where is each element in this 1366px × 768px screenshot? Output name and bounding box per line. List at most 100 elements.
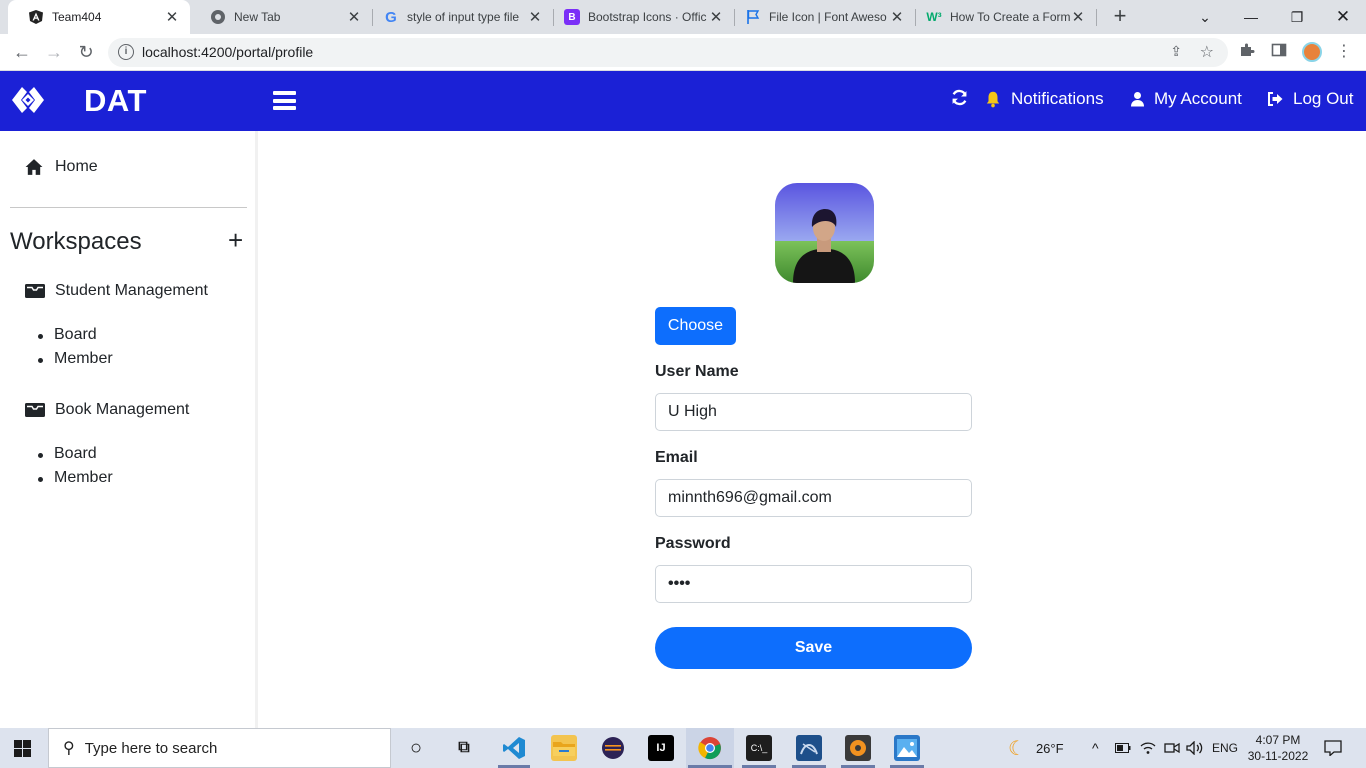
refresh-button[interactable] xyxy=(951,89,977,106)
profile-avatar xyxy=(775,183,874,283)
reload-icon[interactable]: ↻ xyxy=(74,41,98,65)
photos-icon[interactable] xyxy=(894,735,920,761)
close-tab-icon[interactable]: ✕ xyxy=(708,8,724,26)
notification-center-icon[interactable] xyxy=(1324,728,1342,768)
terminal-icon[interactable]: C:\_ xyxy=(746,735,772,761)
intellij-icon[interactable]: IJ xyxy=(648,735,674,761)
show-hidden-icons-chevron-icon[interactable]: ^ xyxy=(1092,728,1099,768)
moon-icon: ☾ xyxy=(1008,737,1026,760)
volume-icon[interactable] xyxy=(1186,728,1204,768)
browser-toolbar: ← → ↻ i localhost:4200/portal/profile ⇪ … xyxy=(0,34,1366,71)
xampp-icon[interactable] xyxy=(845,735,871,761)
tab-google-search[interactable]: G style of input type file ✕ xyxy=(373,0,553,34)
windows-start-icon[interactable] xyxy=(14,740,31,757)
w3schools-favicon-icon: W³ xyxy=(926,10,942,24)
browser-tab-strip: Team404 ✕ New Tab ✕ G style of input typ… xyxy=(0,0,1366,34)
notifications-label: Notifications xyxy=(1011,89,1104,108)
password-field[interactable] xyxy=(655,565,972,603)
sidebar-item-label: Home xyxy=(55,158,98,175)
hamburger-menu-icon[interactable] xyxy=(273,91,296,110)
tab-title: How To Create a Form xyxy=(950,10,1070,24)
tab-title: Bootstrap Icons · Offic xyxy=(588,10,707,24)
clock-date: 30-11-2022 xyxy=(1247,749,1309,763)
username-label: User Name xyxy=(655,363,739,380)
tab-search-chevron-icon[interactable]: ⌄ xyxy=(1182,0,1228,34)
profile-avatar-icon[interactable] xyxy=(1302,42,1322,62)
clock-time: 4:07 PM xyxy=(1255,733,1301,747)
tab-w3schools[interactable]: W³ How To Create a Form ✕ xyxy=(916,0,1096,34)
address-bar[interactable]: i localhost:4200/portal/profile ⇪ ☆ xyxy=(108,38,1228,67)
file-explorer-icon[interactable] xyxy=(551,735,577,761)
battery-icon[interactable] xyxy=(1115,728,1131,768)
bootstrap-favicon-icon: B xyxy=(564,9,580,25)
new-tab-plus-icon[interactable]: + xyxy=(1108,5,1132,29)
extensions-puzzle-icon[interactable] xyxy=(1239,42,1255,63)
workspace-member-link[interactable]: Member xyxy=(38,469,113,487)
close-tab-icon[interactable]: ✕ xyxy=(527,8,543,26)
close-tab-icon[interactable]: ✕ xyxy=(164,8,180,26)
sidebar: Home Workspaces + Student Management Boa… xyxy=(0,131,258,728)
google-favicon-icon: G xyxy=(385,8,397,26)
sql-server-icon[interactable] xyxy=(796,735,822,761)
taskbar-search-box[interactable]: ⚲ Type here to search xyxy=(48,728,391,768)
tab-team404[interactable]: Team404 ✕ xyxy=(8,0,190,34)
site-info-icon[interactable]: i xyxy=(118,44,134,60)
bookmark-star-icon[interactable]: ☆ xyxy=(1200,42,1214,62)
workspace-name: Book Management xyxy=(55,401,190,418)
more-menu-icon[interactable]: ⋮ xyxy=(1336,41,1352,61)
workspace-board-link[interactable]: Board xyxy=(38,445,97,463)
wifi-icon[interactable] xyxy=(1140,728,1156,768)
logo-icon[interactable] xyxy=(10,85,46,115)
sidebar-divider xyxy=(10,207,247,208)
log-out-link[interactable]: Log Out xyxy=(1267,89,1354,109)
tab-bootstrap-icons[interactable]: B Bootstrap Icons · Offic ✕ xyxy=(554,0,734,34)
username-field[interactable] xyxy=(655,393,972,431)
workspace-member-link[interactable]: Member xyxy=(38,350,113,368)
weather-widget[interactable]: ☾ 26°F xyxy=(1008,728,1064,768)
refresh-icon xyxy=(951,89,968,106)
tab-new-tab[interactable]: New Tab ✕ xyxy=(190,0,372,34)
task-view-icon[interactable]: ⧉ xyxy=(451,735,477,761)
close-tab-icon[interactable]: ✕ xyxy=(1070,8,1086,26)
side-panel-icon[interactable] xyxy=(1271,42,1287,63)
input-language[interactable]: ENG xyxy=(1212,728,1238,768)
close-tab-icon[interactable]: ✕ xyxy=(346,8,362,26)
home-icon xyxy=(25,159,43,175)
notifications-link[interactable]: Notifications xyxy=(984,89,1104,109)
chrome-icon[interactable] xyxy=(697,735,723,761)
restore-icon[interactable]: ❐ xyxy=(1274,0,1320,34)
brand-title[interactable]: DAT xyxy=(84,83,147,119)
add-workspace-button[interactable]: + xyxy=(228,227,243,253)
email-field[interactable] xyxy=(655,479,972,517)
bell-icon xyxy=(984,90,1002,108)
forward-arrow-icon[interactable]: → xyxy=(42,41,66,65)
tab-title: File Icon | Font Aweso xyxy=(769,10,887,24)
chrome-favicon-icon xyxy=(210,9,226,25)
inbox-icon xyxy=(25,403,45,417)
workspace-name: Student Management xyxy=(55,282,208,299)
angular-favicon-icon xyxy=(28,9,44,25)
close-window-icon[interactable]: ✕ xyxy=(1320,0,1366,34)
close-tab-icon[interactable]: ✕ xyxy=(889,8,905,26)
workspace-student-management[interactable]: Student Management xyxy=(25,282,208,300)
url-text[interactable]: localhost:4200/portal/profile xyxy=(142,44,313,60)
tab-separator xyxy=(1096,9,1097,26)
log-out-label: Log Out xyxy=(1293,89,1354,108)
eclipse-icon[interactable] xyxy=(600,735,626,761)
my-account-link[interactable]: My Account xyxy=(1130,89,1242,109)
back-arrow-icon[interactable]: ← xyxy=(10,41,34,65)
user-icon xyxy=(1130,91,1145,107)
workspace-board-link[interactable]: Board xyxy=(38,326,97,344)
choose-image-button[interactable]: Choose xyxy=(655,307,736,345)
app-navbar: DAT Notifications My Account Log Out xyxy=(0,71,1366,131)
sidebar-item-home[interactable]: Home xyxy=(25,158,98,176)
minimize-icon[interactable]: — xyxy=(1228,0,1274,34)
vscode-icon[interactable] xyxy=(501,735,527,761)
meet-now-icon[interactable] xyxy=(1164,728,1180,768)
cortana-circle-icon[interactable]: ○ xyxy=(403,735,429,761)
tab-font-awesome[interactable]: File Icon | Font Aweso ✕ xyxy=(735,0,915,34)
share-icon[interactable]: ⇪ xyxy=(1170,43,1182,60)
taskbar-clock[interactable]: 4:07 PM 30-11-2022 xyxy=(1246,732,1310,764)
workspace-book-management[interactable]: Book Management xyxy=(25,401,189,419)
save-button[interactable]: Save xyxy=(655,627,972,669)
